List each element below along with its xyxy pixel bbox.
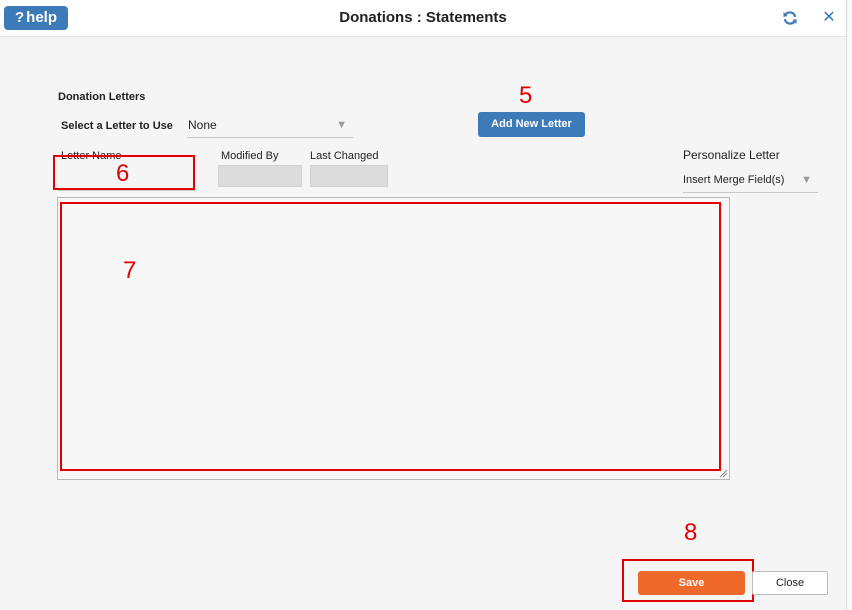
section-title: Donation Letters bbox=[58, 91, 146, 103]
select-letter-label: Select a Letter to Use bbox=[61, 120, 173, 132]
annotation-7: 7 bbox=[123, 257, 137, 284]
select-letter-value: None bbox=[188, 118, 217, 132]
last-changed-label: Last Changed bbox=[310, 150, 379, 162]
annotation-5: 5 bbox=[519, 82, 533, 109]
annotation-8: 8 bbox=[684, 519, 698, 546]
modified-by-field bbox=[218, 165, 302, 187]
merge-field-dropdown[interactable]: Insert Merge Field(s) ▼ bbox=[683, 171, 818, 193]
modified-by-label: Modified By bbox=[221, 150, 279, 162]
add-new-letter-button[interactable]: Add New Letter bbox=[478, 112, 585, 137]
merge-field-value: Insert Merge Field(s) bbox=[683, 174, 785, 186]
refresh-icon[interactable] bbox=[782, 10, 798, 26]
annotation-box-7 bbox=[60, 202, 721, 471]
personalize-letter-label: Personalize Letter bbox=[683, 148, 780, 162]
save-button[interactable]: Save bbox=[638, 571, 745, 595]
annotation-6: 6 bbox=[116, 160, 130, 187]
background-window-edge bbox=[846, 0, 852, 610]
select-letter-dropdown[interactable]: None ▼ bbox=[187, 115, 353, 138]
window-title: Donations : Statements bbox=[339, 9, 507, 26]
last-changed-field bbox=[310, 165, 388, 187]
title-bar: ? help Donations : Statements ✕ bbox=[0, 0, 852, 37]
close-icon[interactable]: ✕ bbox=[821, 10, 837, 26]
close-button[interactable]: Close bbox=[752, 571, 828, 595]
caret-down-icon: ▼ bbox=[801, 174, 812, 186]
caret-down-icon: ▼ bbox=[336, 119, 347, 131]
